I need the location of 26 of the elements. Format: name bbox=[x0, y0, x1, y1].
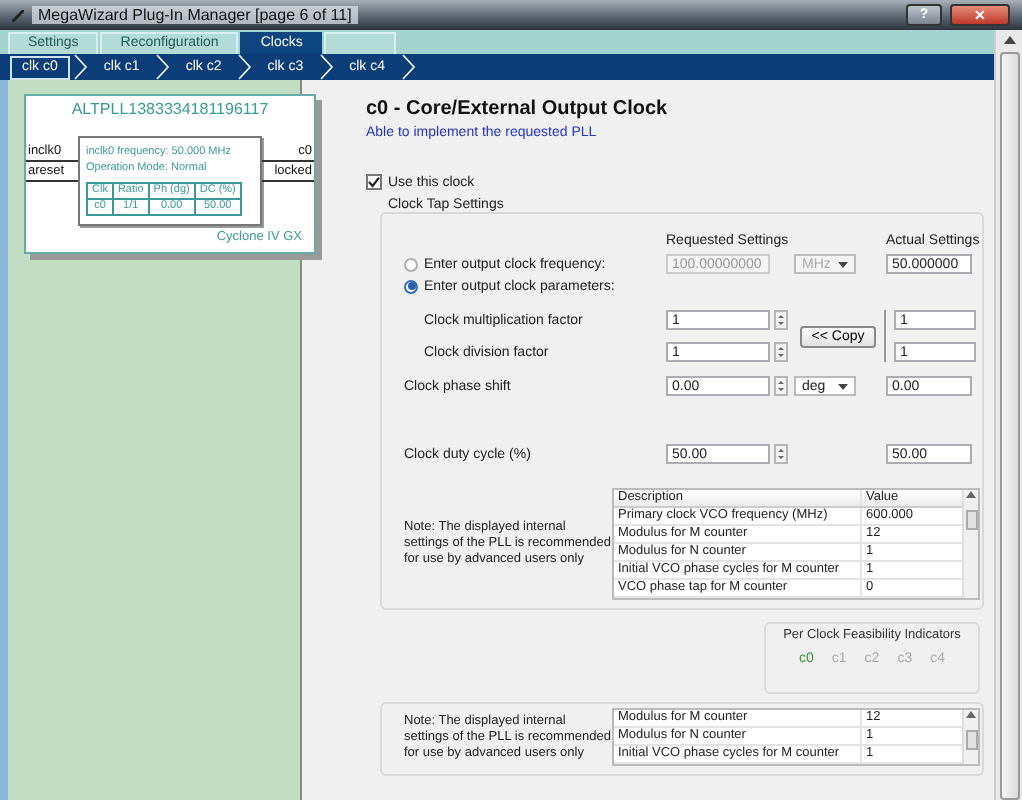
scrollbar[interactable] bbox=[962, 710, 978, 764]
symbol-title: ALTPLL1383334181196117 bbox=[69, 100, 271, 118]
scrollbar[interactable] bbox=[994, 30, 1022, 800]
scrollbar-thumb[interactable] bbox=[999, 52, 1019, 800]
caret-icon bbox=[838, 261, 848, 267]
chevron-icon bbox=[155, 54, 170, 80]
spinner-icon[interactable] bbox=[774, 444, 788, 464]
chevron-icon bbox=[319, 54, 334, 80]
app-icon bbox=[12, 9, 24, 21]
scrollbar-thumb[interactable] bbox=[965, 510, 977, 530]
up-arrow-icon[interactable] bbox=[1003, 36, 1015, 44]
window-title: MegaWizard Plug-In Manager [page 6 of 11] bbox=[32, 6, 358, 24]
up-arrow-icon[interactable] bbox=[966, 490, 976, 498]
radio-button[interactable] bbox=[404, 279, 418, 293]
chevron-icon bbox=[237, 54, 252, 80]
spinner-icon[interactable] bbox=[774, 310, 788, 330]
scrollbar-thumb[interactable] bbox=[965, 730, 977, 750]
checkbox[interactable] bbox=[366, 174, 382, 190]
scrollbar[interactable] bbox=[962, 490, 978, 598]
chevron-icon bbox=[73, 54, 88, 80]
spinner-icon[interactable] bbox=[774, 376, 788, 396]
chevron-icon bbox=[401, 54, 416, 80]
spinner-icon[interactable] bbox=[774, 342, 788, 362]
page-title: c0 - Core/External Output Clock bbox=[366, 98, 670, 120]
up-arrow-icon[interactable] bbox=[966, 710, 976, 718]
caret-icon bbox=[838, 383, 848, 389]
